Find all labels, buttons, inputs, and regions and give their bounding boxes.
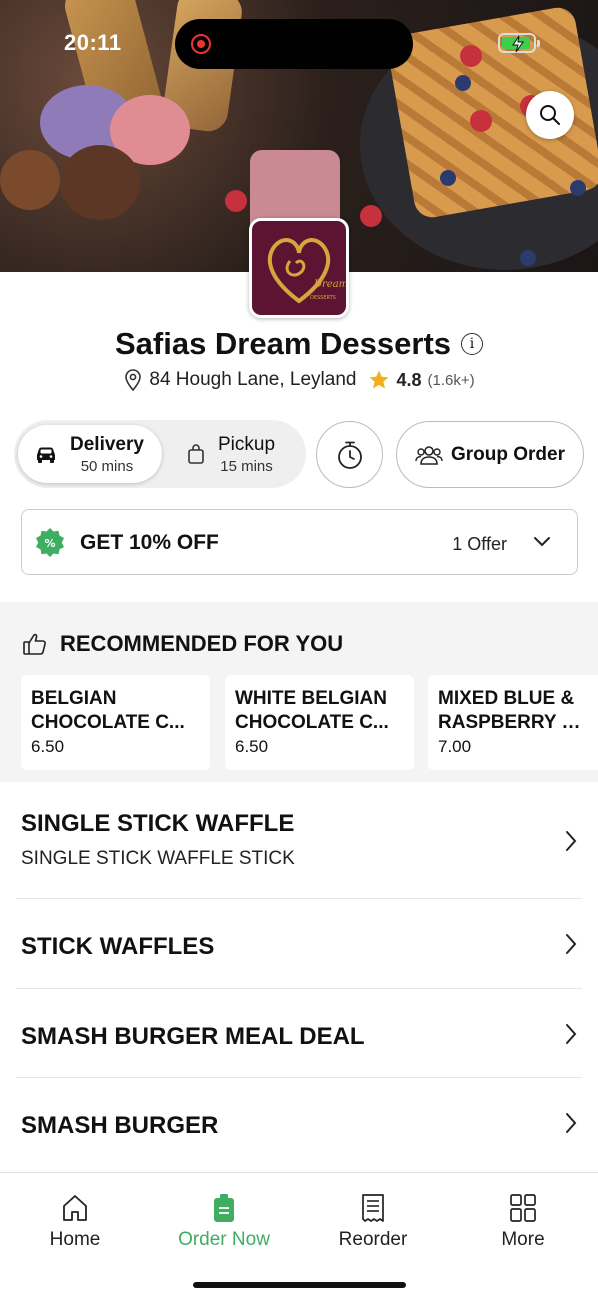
receipt-icon xyxy=(362,1194,384,1222)
recording-icon xyxy=(191,34,211,54)
schedule-button[interactable] xyxy=(316,421,383,488)
status-time: 20:11 xyxy=(64,30,122,55)
search-button[interactable] xyxy=(526,91,574,139)
info-icon[interactable]: i xyxy=(461,333,484,355)
store-name: Safias Dream Desserts xyxy=(114,326,452,361)
battery-icon xyxy=(498,33,540,53)
offer-count: 1 Offer xyxy=(452,534,507,554)
item-name-line2: CHOCOLATE C... xyxy=(235,712,389,733)
item-name-line2: CHOCOLATE C... xyxy=(31,712,185,733)
home-indicator xyxy=(193,1282,406,1288)
chevron-right-icon xyxy=(566,1113,577,1133)
chevron-right-icon xyxy=(566,1024,577,1044)
search-icon xyxy=(540,105,560,125)
category-name: SMASH BURGER MEAL DEAL xyxy=(21,1023,365,1050)
rating-value: 4.8 xyxy=(396,369,422,390)
delivery-time: 50 mins xyxy=(80,457,134,475)
category-row-stick-waffles[interactable]: STICK WAFFLES xyxy=(0,899,598,989)
category-subtitle: SINGLE STICK WAFFLE STICK xyxy=(21,848,295,869)
delivery-label: Delivery xyxy=(70,433,144,455)
group-order-button[interactable]: Group Order xyxy=(396,421,584,488)
tab-home[interactable]: Home xyxy=(15,1193,135,1251)
store-address: 84 Hough Lane, Leyland xyxy=(149,369,357,390)
chevron-right-icon xyxy=(566,934,577,954)
discount-badge-icon: % xyxy=(36,528,64,557)
category-name: SMASH BURGER xyxy=(21,1112,219,1139)
item-price: 6.50 xyxy=(31,737,65,756)
item-price: 7.00 xyxy=(438,737,472,756)
car-icon xyxy=(37,447,55,463)
category-name: SINGLE STICK WAFFLE xyxy=(21,810,295,837)
tab-label: Reorder xyxy=(338,1229,408,1250)
item-name-line1: MIXED BLUE & xyxy=(438,688,575,709)
item-name-line1: WHITE BELGIAN xyxy=(235,688,387,709)
svg-text:DESSERTS: DESSERTS xyxy=(310,295,336,301)
svg-text:Dream: Dream xyxy=(313,279,346,290)
svg-text:%: % xyxy=(44,537,55,550)
recommended-item[interactable]: MIXED BLUE & RASPBERRY CR... 7.00 xyxy=(428,675,598,770)
grid-icon xyxy=(510,1194,536,1222)
group-order-label: Group Order xyxy=(450,443,565,465)
tab-more[interactable]: More xyxy=(463,1193,583,1251)
delivery-option[interactable]: Delivery 50 mins xyxy=(34,425,144,483)
recommended-section: RECOMMENDED FOR YOU BELGIAN CHOCOLATE C..… xyxy=(0,602,598,782)
thumbs-up-icon xyxy=(23,633,46,655)
store-logo: Dream DESSERTS xyxy=(249,218,349,318)
group-users-icon xyxy=(415,445,443,465)
fulfillment-toggle: Delivery 50 mins Pickup 15 mins xyxy=(14,420,306,488)
item-name-line1: BELGIAN xyxy=(31,688,117,709)
offer-banner[interactable]: % GET 10% OFF 1 Offer xyxy=(21,509,578,575)
tab-label: Order Now xyxy=(178,1229,270,1250)
chevron-right-icon xyxy=(566,831,577,851)
store-title: Safias Dream Desserts i xyxy=(0,326,598,362)
dynamic-island xyxy=(175,19,413,69)
pickup-time: 15 mins xyxy=(220,457,273,475)
shopping-bag-icon xyxy=(188,444,204,464)
recommended-item[interactable]: BELGIAN CHOCOLATE C... 6.50 xyxy=(21,675,210,770)
item-name-line2: RASPBERRY CR... xyxy=(438,712,588,733)
star-icon xyxy=(369,370,389,389)
rating-count: (1.6k+) xyxy=(427,371,475,389)
recommended-heading: RECOMMENDED FOR YOU xyxy=(60,631,344,656)
order-bag-icon xyxy=(214,1194,234,1222)
category-row-smash-burger-meal-deal[interactable]: SMASH BURGER MEAL DEAL xyxy=(0,989,598,1078)
pickup-label: Pickup xyxy=(218,433,276,455)
bottom-tab-bar: Home Order Now Reorder More xyxy=(0,1172,598,1300)
store-meta: 84 Hough Lane, Leyland 4.8 (1.6k+) xyxy=(0,369,598,391)
item-price: 6.50 xyxy=(235,737,269,756)
home-icon xyxy=(63,1195,87,1221)
stopwatch-icon xyxy=(337,441,362,469)
tab-label: Home xyxy=(49,1229,101,1250)
offer-title: GET 10% OFF xyxy=(80,531,219,554)
tab-reorder[interactable]: Reorder xyxy=(313,1193,433,1251)
tab-label: More xyxy=(501,1229,545,1250)
location-pin-icon xyxy=(125,369,142,391)
category-row-smash-burger[interactable]: SMASH BURGER xyxy=(0,1078,598,1168)
category-row-single-stick-waffle[interactable]: SINGLE STICK WAFFLE SINGLE STICK WAFFLE … xyxy=(0,782,598,898)
recommended-item[interactable]: WHITE BELGIAN CHOCOLATE C... 6.50 xyxy=(225,675,414,770)
category-name: STICK WAFFLES xyxy=(21,933,215,960)
tab-order-now[interactable]: Order Now xyxy=(164,1193,284,1251)
chevron-down-icon xyxy=(534,537,550,547)
pickup-option[interactable]: Pickup 15 mins xyxy=(186,425,275,483)
